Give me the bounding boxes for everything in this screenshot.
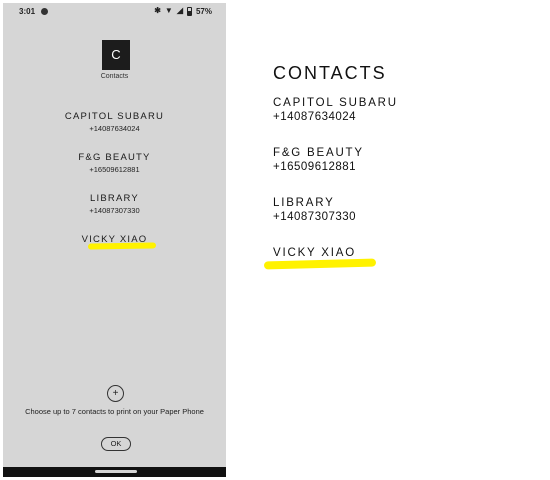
list-item[interactable]: LIBRARY +14087307330: [3, 193, 226, 234]
phone-screenshot: 3:01 ✱ ▼ ◢ 57% C Contacts CAPITOL SUBARU…: [3, 3, 226, 477]
contact-name: LIBRARY: [90, 193, 139, 204]
list-item[interactable]: F&G BEAUTY +16509612881: [3, 152, 226, 193]
list-item: VICKY XIAO: [273, 246, 398, 296]
contact-phone: +14087634024: [89, 124, 140, 133]
contact-phone: +14087307330: [89, 206, 140, 215]
paper-title: CONTACTS: [273, 63, 387, 83]
status-icons: ✱ ▼ ◢ 57%: [154, 6, 212, 16]
contact-name: LIBRARY: [273, 197, 335, 209]
hint-text: Choose up to 7 contacts to print on your…: [25, 407, 204, 416]
contact-name: F&G BEAUTY: [78, 152, 151, 163]
app-logo: C: [102, 40, 130, 70]
phone-contact-list: CAPITOL SUBARU +14087634024 F&G BEAUTY +…: [3, 111, 226, 275]
list-item: F&G BEAUTY +16509612881: [273, 146, 398, 196]
contact-name: F&G BEAUTY: [273, 147, 364, 159]
ok-button[interactable]: OK: [101, 437, 131, 451]
list-item: LIBRARY +14087307330: [273, 196, 398, 246]
list-item[interactable]: VICKY XIAO: [3, 234, 226, 275]
signal-icon: ◢: [176, 6, 183, 15]
contact-phone: +14087307330: [273, 211, 357, 223]
status-bar: 3:01 ✱ ▼ ◢ 57%: [3, 3, 226, 21]
app-notification-icon: [41, 8, 48, 15]
bluetooth-icon: ✱: [154, 6, 161, 15]
highlight-mark: [87, 242, 157, 250]
contact-name: CAPITOL SUBARU: [273, 97, 398, 109]
add-contact-button[interactable]: +: [107, 385, 124, 402]
list-item: CAPITOL SUBARU +14087634024: [273, 96, 398, 146]
list-item[interactable]: CAPITOL SUBARU +14087634024: [3, 111, 226, 152]
wifi-icon: ▼: [164, 6, 173, 15]
contact-name: VICKY XIAO: [273, 247, 356, 259]
contact-phone: +16509612881: [273, 161, 357, 173]
battery-percent: 57%: [195, 6, 212, 16]
home-handle[interactable]: [95, 470, 137, 473]
contact-phone: +14087634024: [273, 111, 357, 123]
navigation-bar: [3, 467, 226, 477]
paper-printout: CONTACTS CAPITOL SUBARU +14087634024 F&G…: [226, 0, 550, 480]
status-time: 3:01: [19, 7, 36, 16]
battery-icon: [186, 6, 192, 16]
contact-phone: +16509612881: [89, 165, 140, 174]
contact-name: CAPITOL SUBARU: [64, 111, 165, 122]
app-name: Contacts: [100, 73, 129, 80]
